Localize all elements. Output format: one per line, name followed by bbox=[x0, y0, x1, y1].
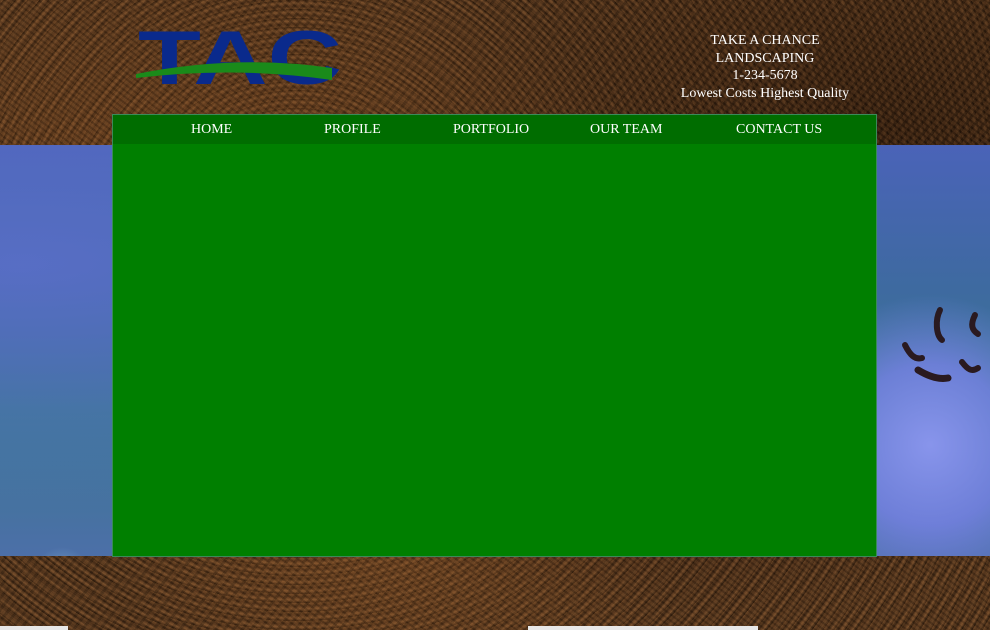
nav-home[interactable]: HOME bbox=[191, 122, 232, 138]
logo-text: TAC bbox=[138, 18, 342, 100]
nav-portfolio[interactable]: PORTFOLIO bbox=[453, 122, 529, 138]
company-name-line2: LANDSCAPING bbox=[715, 50, 815, 66]
main-content-panel: HOME PROFILE PORTFOLIO OUR TEAM CONTACT … bbox=[112, 114, 877, 557]
flower-stamens-image bbox=[902, 307, 981, 382]
main-nav: HOME PROFILE PORTFOLIO OUR TEAM CONTACT … bbox=[113, 115, 876, 144]
company-phone: 1-234-5678 bbox=[732, 68, 798, 83]
tac-logo[interactable]: TAC bbox=[136, 18, 346, 100]
company-tagline: Lowest Costs Highest Quality bbox=[680, 85, 850, 101]
company-name-line1: TAKE A CHANCE bbox=[710, 33, 820, 48]
footer-edge-left bbox=[0, 626, 68, 630]
nav-profile[interactable]: PROFILE bbox=[324, 122, 381, 138]
nav-our-team[interactable]: OUR TEAM bbox=[590, 122, 662, 138]
company-contact-info: TAKE A CHANCE LANDSCAPING 1-234-5678 Low… bbox=[660, 32, 870, 102]
footer-edge-right bbox=[528, 626, 758, 630]
nav-contact-us[interactable]: CONTACT US bbox=[736, 122, 822, 138]
